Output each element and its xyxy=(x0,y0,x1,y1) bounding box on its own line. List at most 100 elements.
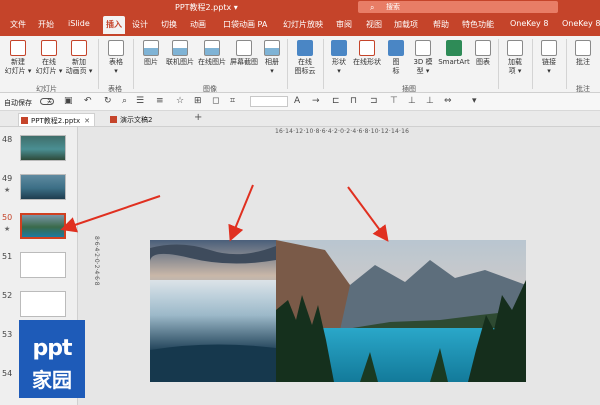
picture-icon xyxy=(143,40,159,56)
online-shapes-icon xyxy=(359,40,375,56)
title-bar: PPT教程2.pptx ▾ ⌕ 搜索 xyxy=(0,0,600,14)
ribbon-tab-9[interactable]: 审阅 xyxy=(336,19,352,30)
slide-thumbnail-51[interactable] xyxy=(20,252,66,278)
customize-icon[interactable]: ▾ xyxy=(472,96,477,106)
ribbon-tab-8[interactable]: 幻灯片放映 xyxy=(283,19,323,30)
undo-icon[interactable]: ↶ xyxy=(84,96,92,106)
slide-thumbnail-50[interactable] xyxy=(20,213,66,239)
decrease-icon[interactable]: A xyxy=(294,96,300,106)
ppt-home-watermark: ppt 家园 xyxy=(19,320,85,398)
save-icon[interactable]: ▣ xyxy=(64,96,73,106)
top-align-icon[interactable]: ⊤ xyxy=(390,96,398,106)
cloud-icon-button[interactable]: 在线 图标云 xyxy=(290,40,320,76)
chart-button[interactable]: 图表 xyxy=(472,40,494,67)
doc-tab-presentation2[interactable]: 演示文稿2 xyxy=(108,113,156,126)
group-separator xyxy=(566,39,567,89)
align-center-icon[interactable]: ≡ xyxy=(156,96,164,106)
vertical-ruler: 8·6·4·2·0·2·4·6·8 xyxy=(93,236,100,286)
ribbon-tab-4[interactable]: 设计 xyxy=(132,19,148,30)
ribbon-tab-10[interactable]: 视图 xyxy=(366,19,382,30)
ribbon: 新建 幻灯片 ▾ 在线 幻灯片 ▾ 新加 动画页 ▾ 幻灯片 表格 ▾ 表格 图… xyxy=(0,36,600,93)
table-button[interactable]: 表格 ▾ xyxy=(104,40,128,76)
album-icon xyxy=(264,40,280,56)
picture-button[interactable]: 图片 xyxy=(138,40,164,67)
vcenter-icon[interactable]: ⊥ xyxy=(408,96,416,106)
document-tabs: PPT教程2.pptx ✕ 演示文稿2 + xyxy=(0,111,600,127)
middle-align-icon[interactable]: ⊓ xyxy=(350,96,357,106)
slide-number: 50 xyxy=(2,213,13,222)
new-tab-button[interactable]: + xyxy=(194,112,202,123)
shapes-icon xyxy=(331,40,347,56)
left-align-icon[interactable]: ⊏ xyxy=(332,96,340,106)
slide-number: 51 xyxy=(2,252,13,261)
grid-icon[interactable]: ⊞ xyxy=(194,96,202,106)
album-button[interactable]: 相册 ▾ xyxy=(261,40,283,76)
arrow-right-icon[interactable]: → xyxy=(312,96,320,106)
slide-number: 54 xyxy=(2,369,13,378)
slide-animation-star-icon: ★ xyxy=(4,225,11,233)
addins-button[interactable]: 加载 项 ▾ xyxy=(502,40,528,76)
ribbon-tab-2[interactable]: iSlide xyxy=(68,19,90,28)
smartart-button[interactable]: SmartArt xyxy=(437,40,471,67)
ribbon-tab-1[interactable]: 开始 xyxy=(38,19,54,30)
autosave-toggle[interactable]: 关 xyxy=(40,98,54,105)
ribbon-tab-15[interactable]: OneKey 8 xyxy=(562,19,600,28)
icons-button[interactable]: 图 标 xyxy=(385,40,407,76)
slide-thumbnail-49[interactable] xyxy=(20,174,66,200)
distribute-icon[interactable]: ⇔ xyxy=(444,96,452,106)
new-animation-button[interactable]: 新加 动画页 ▾ xyxy=(64,40,94,76)
ribbon-tab-7[interactable]: 口袋动画 PA xyxy=(223,19,267,30)
align-icon[interactable]: ☰ xyxy=(136,96,144,106)
link-button[interactable]: 链接 ▾ xyxy=(536,40,562,76)
star-icon[interactable]: ☆ xyxy=(176,96,184,106)
slide-photos xyxy=(150,240,526,382)
format-painter-icon[interactable]: ⌕ xyxy=(122,96,127,106)
quick-access-toolbar: 自动保存 关 ▣ ↶ ↻ ⌕ ☰ ≡ ☆ ⊞ ◻ ⌗ A → ⊏ ⊓ ⊐ ⊤ ⊥… xyxy=(0,93,600,111)
pptx-file-icon xyxy=(110,116,117,123)
online-slide-icon xyxy=(41,40,57,56)
online-shapes-button[interactable]: 在线形状 xyxy=(350,40,384,67)
crop-icon[interactable]: ⌗ xyxy=(230,96,235,106)
online-image-button[interactable]: 在线图片 xyxy=(196,40,228,67)
ribbon-tab-13[interactable]: 特色功能 xyxy=(462,19,494,30)
slide-number: 52 xyxy=(2,291,13,300)
redo-icon[interactable]: ↻ xyxy=(104,96,112,106)
icons-icon xyxy=(388,40,404,56)
shapes-button[interactable]: 形状 ▾ xyxy=(327,40,351,76)
new-slide-button[interactable]: 新建 幻灯片 ▾ xyxy=(4,40,32,76)
current-slide[interactable] xyxy=(150,240,526,382)
search-box[interactable]: ⌕ 搜索 xyxy=(358,1,558,13)
smartart-icon xyxy=(446,40,462,56)
cloud-icon xyxy=(297,40,313,56)
screenshot-button[interactable]: 屏幕截图 xyxy=(227,40,261,67)
slide-thumbnail-48[interactable] xyxy=(20,135,66,161)
ribbon-tab-12[interactable]: 帮助 xyxy=(433,19,449,30)
ribbon-tab-5[interactable]: 切换 xyxy=(161,19,177,30)
comment-button[interactable]: 批注 xyxy=(570,40,596,67)
slide-animation-star-icon: ★ xyxy=(4,186,11,194)
horizontal-ruler: 16·14·12·10·8·6·4·2·0·2·4·6·8·10·12·14·1… xyxy=(275,128,410,135)
slide-thumbnail-52[interactable] xyxy=(20,291,66,317)
online-image-icon xyxy=(204,40,220,56)
slide-number: 48 xyxy=(2,135,13,144)
ribbon-tab-3[interactable]: 插入 xyxy=(103,16,125,34)
ribbon-tab-14[interactable]: OneKey 8 xyxy=(510,19,548,28)
right-align-icon[interactable]: ⊐ xyxy=(370,96,378,106)
doc-tab-ppt[interactable]: PPT教程2.pptx ✕ xyxy=(18,113,96,126)
ribbon-tabs: 文件 开始 iSlide 插入 设计 切换 动画 口袋动画 PA 幻灯片放映 审阅 视图 加载项 帮助 特… xyxy=(0,14,600,36)
online-slide-button[interactable]: 在线 幻灯片 ▾ xyxy=(34,40,64,76)
ribbon-tab-6[interactable]: 动画 xyxy=(190,19,206,30)
shape-icon[interactable]: ◻ xyxy=(212,96,219,106)
slide-number: 49 xyxy=(2,174,13,183)
bottom-align-icon[interactable]: ⊥ xyxy=(426,96,434,106)
online-picture-icon xyxy=(172,40,188,56)
group-separator xyxy=(498,39,499,89)
3d-model-button[interactable]: 3D 模 型 ▾ xyxy=(408,40,438,76)
font-size-select[interactable] xyxy=(250,96,288,107)
ribbon-tab-11[interactable]: 加载项 xyxy=(394,19,418,30)
close-icon[interactable]: ✕ xyxy=(84,117,90,125)
ribbon-tab-0[interactable]: 文件 xyxy=(10,19,26,30)
slide-number: 53 xyxy=(2,330,13,339)
group-separator xyxy=(133,39,134,89)
online-picture-button[interactable]: 联机图片 xyxy=(163,40,197,67)
